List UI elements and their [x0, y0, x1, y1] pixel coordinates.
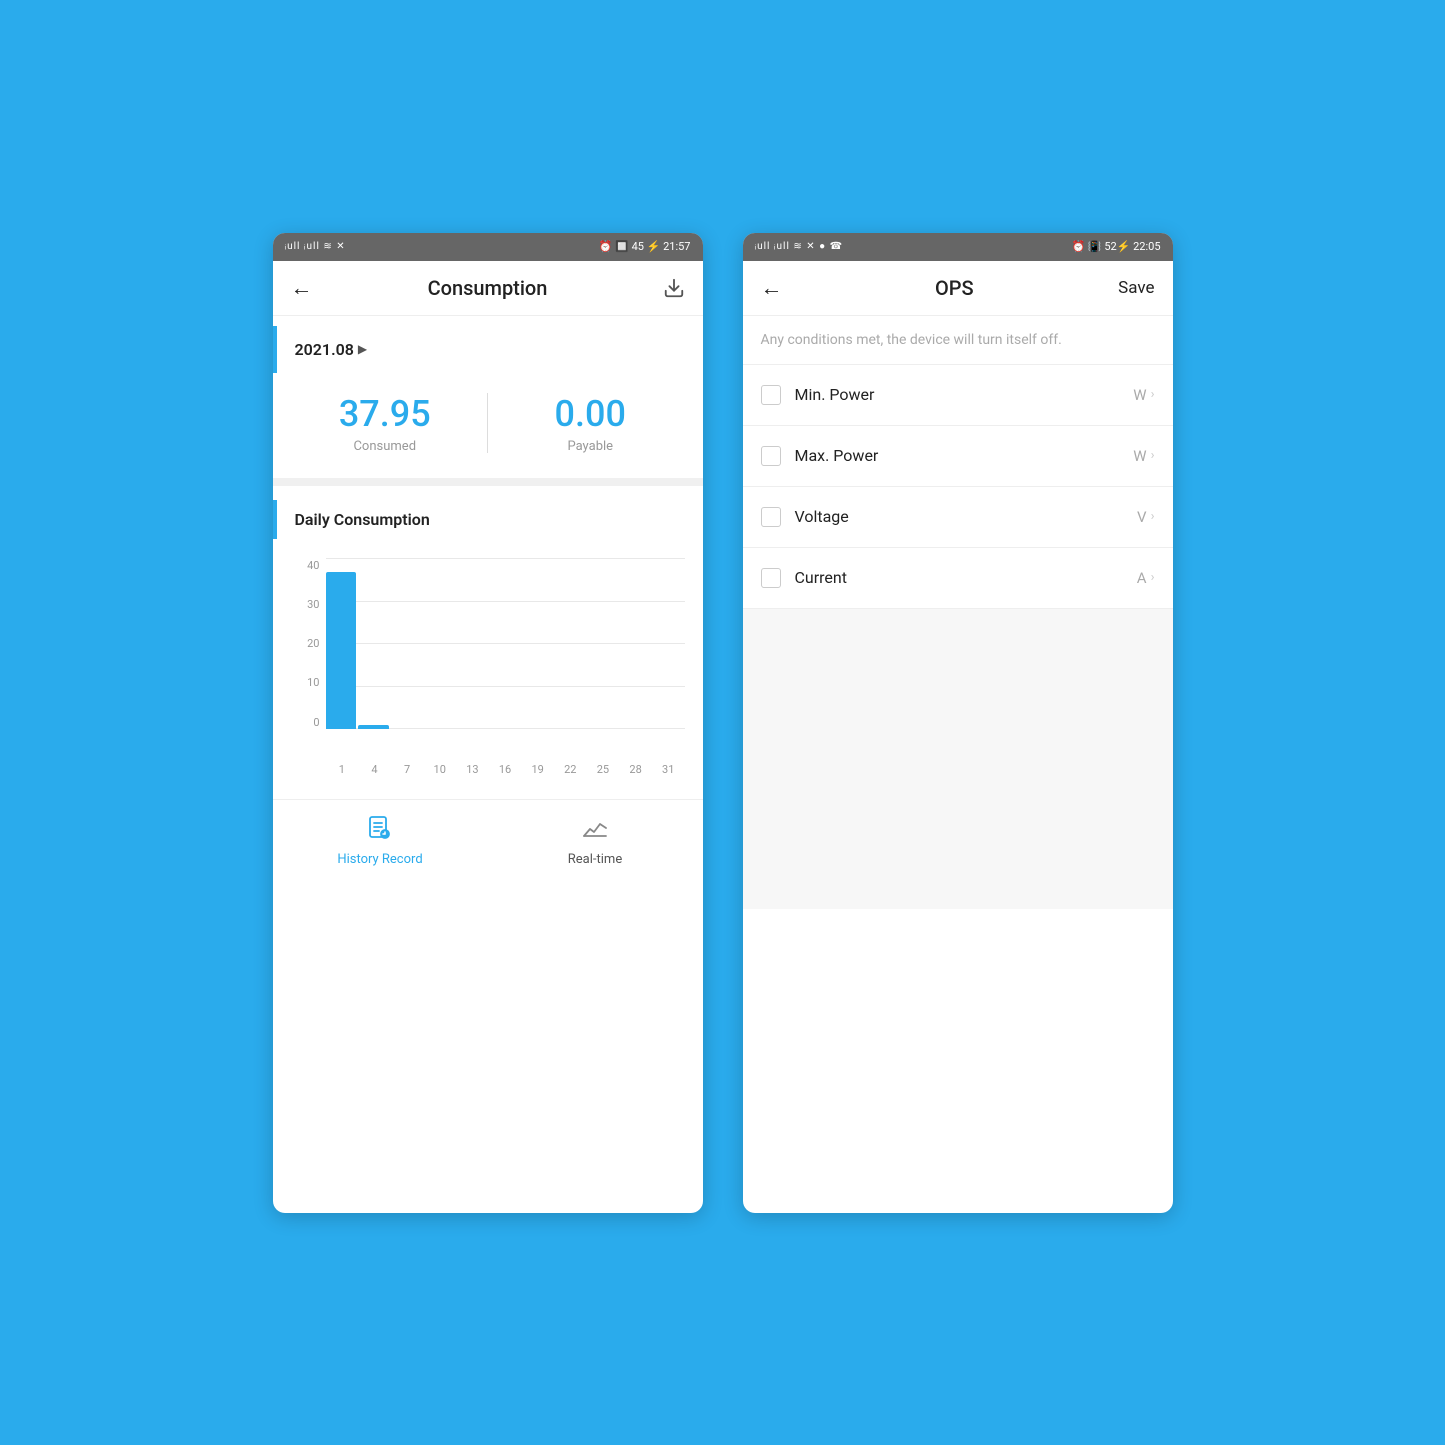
time-display-right: ⏰ 📳 52⚡ 22:05: [1071, 240, 1160, 253]
payable-block: 0.00 Payable: [488, 393, 693, 454]
x-label-7: 7: [391, 763, 424, 776]
ops-description: Any conditions met, the device will turn…: [743, 316, 1173, 365]
month-header[interactable]: 2021.08 ▶: [273, 326, 703, 373]
ops-item-min-power[interactable]: Min. Power W ›: [743, 365, 1173, 426]
chart-area: 0 10 20 30 40: [291, 559, 685, 759]
x-label-25: 25: [587, 763, 620, 776]
x-label-19: 19: [521, 763, 554, 776]
y-label-0: 0: [291, 716, 326, 729]
checkbox-current[interactable]: [761, 568, 781, 588]
tab-realtime-label: Real-time: [568, 852, 622, 867]
y-axis: 0 10 20 30 40: [291, 559, 326, 729]
chevron-min-power-icon: ›: [1151, 387, 1155, 402]
left-phone: ᵢull ᵢull ≋ ✕ ⏰ 🔲 45 ⚡ 21:57 ← Consumpti…: [273, 233, 703, 1213]
x-label-13: 13: [456, 763, 489, 776]
nav-bar-left: ← Consumption: [273, 261, 703, 316]
y-label-40: 40: [291, 559, 326, 572]
download-icon[interactable]: [655, 277, 685, 299]
page-title-consumption: Consumption: [321, 276, 655, 300]
status-right-info-right: ⏰ 📳 52⚡ 22:05: [1071, 240, 1160, 253]
realtime-icon: [581, 814, 609, 848]
checkbox-max-power[interactable]: [761, 446, 781, 466]
save-button[interactable]: Save: [1118, 278, 1154, 298]
x-axis: 1 4 7 10 13 16 19 22 25 28 31: [326, 759, 685, 776]
chevron-voltage-icon: ›: [1151, 509, 1155, 524]
y-label-30: 30: [291, 598, 326, 611]
tab-bar: History Record Real-time: [273, 799, 703, 877]
time-display: ⏰ 🔲 45 ⚡ 21:57: [599, 240, 691, 253]
bar-chart: 0 10 20 30 40: [273, 549, 703, 769]
bars-row: [326, 559, 685, 729]
chart-inner: [326, 559, 685, 729]
ops-item-max-power[interactable]: Max. Power W ›: [743, 426, 1173, 487]
consumed-block: 37.95 Consumed: [283, 393, 488, 454]
x-label-22: 22: [554, 763, 587, 776]
ops-back-button[interactable]: ←: [761, 275, 791, 301]
x-label-28: 28: [619, 763, 652, 776]
status-right-info: ⏰ 🔲 45 ⚡ 21:57: [599, 240, 691, 253]
ops-label-current: Current: [795, 568, 1137, 587]
y-label-10: 10: [291, 676, 326, 689]
daily-section-title: Daily Consumption: [295, 510, 430, 529]
tab-realtime[interactable]: Real-time: [488, 814, 703, 867]
ops-label-voltage: Voltage: [795, 507, 1138, 526]
tab-history-label: History Record: [337, 852, 422, 867]
section-divider: [273, 478, 703, 486]
chevron-current-icon: ›: [1151, 570, 1155, 585]
bar-2: [358, 725, 389, 729]
ops-list: Min. Power W › Max. Power W › Voltage V …: [743, 365, 1173, 609]
status-bar-left: ᵢull ᵢull ≋ ✕ ⏰ 🔲 45 ⚡ 21:57: [273, 233, 703, 261]
payable-value: 0.00: [555, 393, 626, 435]
consumed-label: Consumed: [353, 439, 416, 454]
ops-item-current[interactable]: Current A ›: [743, 548, 1173, 609]
tab-history-record[interactable]: History Record: [273, 814, 488, 867]
ops-label-max-power: Max. Power: [795, 446, 1134, 465]
nav-bar-right: ← OPS Save: [743, 261, 1173, 316]
stats-row: 37.95 Consumed 0.00 Payable: [273, 373, 703, 464]
payable-label: Payable: [567, 439, 613, 454]
checkbox-voltage[interactable]: [761, 507, 781, 527]
bar-1: [326, 572, 357, 729]
signal-icons-right: ᵢull ᵢull ≋ ✕ ● ☎: [755, 241, 844, 252]
ops-unit-current: A: [1137, 569, 1147, 587]
daily-section-header: Daily Consumption: [273, 500, 703, 539]
x-label-16: 16: [489, 763, 522, 776]
x-label-31: 31: [652, 763, 685, 776]
x-label-4: 4: [358, 763, 391, 776]
ops-bottom-area: [743, 609, 1173, 909]
chevron-max-power-icon: ›: [1151, 448, 1155, 463]
signal-icons: ᵢull ᵢull ≋ ✕: [285, 241, 346, 252]
month-text: 2021.08: [295, 340, 354, 359]
ops-item-voltage[interactable]: Voltage V ›: [743, 487, 1173, 548]
page-title-ops: OPS: [791, 276, 1119, 300]
month-arrow: ▶: [358, 342, 367, 356]
x-label-1: 1: [326, 763, 359, 776]
back-button[interactable]: ←: [291, 275, 321, 301]
status-left-icons: ᵢull ᵢull ≋ ✕: [285, 241, 346, 252]
status-bar-right: ᵢull ᵢull ≋ ✕ ● ☎ ⏰ 📳 52⚡ 22:05: [743, 233, 1173, 261]
x-label-10: 10: [423, 763, 456, 776]
status-left-icons-right: ᵢull ᵢull ≋ ✕ ● ☎: [755, 241, 844, 252]
consumed-value: 37.95: [339, 393, 431, 435]
ops-unit-min-power: W: [1133, 386, 1146, 404]
history-record-icon: [366, 814, 394, 848]
checkbox-min-power[interactable]: [761, 385, 781, 405]
y-label-20: 20: [291, 637, 326, 650]
ops-unit-max-power: W: [1133, 447, 1146, 465]
ops-unit-voltage: V: [1137, 508, 1147, 526]
ops-label-min-power: Min. Power: [795, 385, 1134, 404]
right-phone: ᵢull ᵢull ≋ ✕ ● ☎ ⏰ 📳 52⚡ 22:05 ← OPS Sa…: [743, 233, 1173, 1213]
